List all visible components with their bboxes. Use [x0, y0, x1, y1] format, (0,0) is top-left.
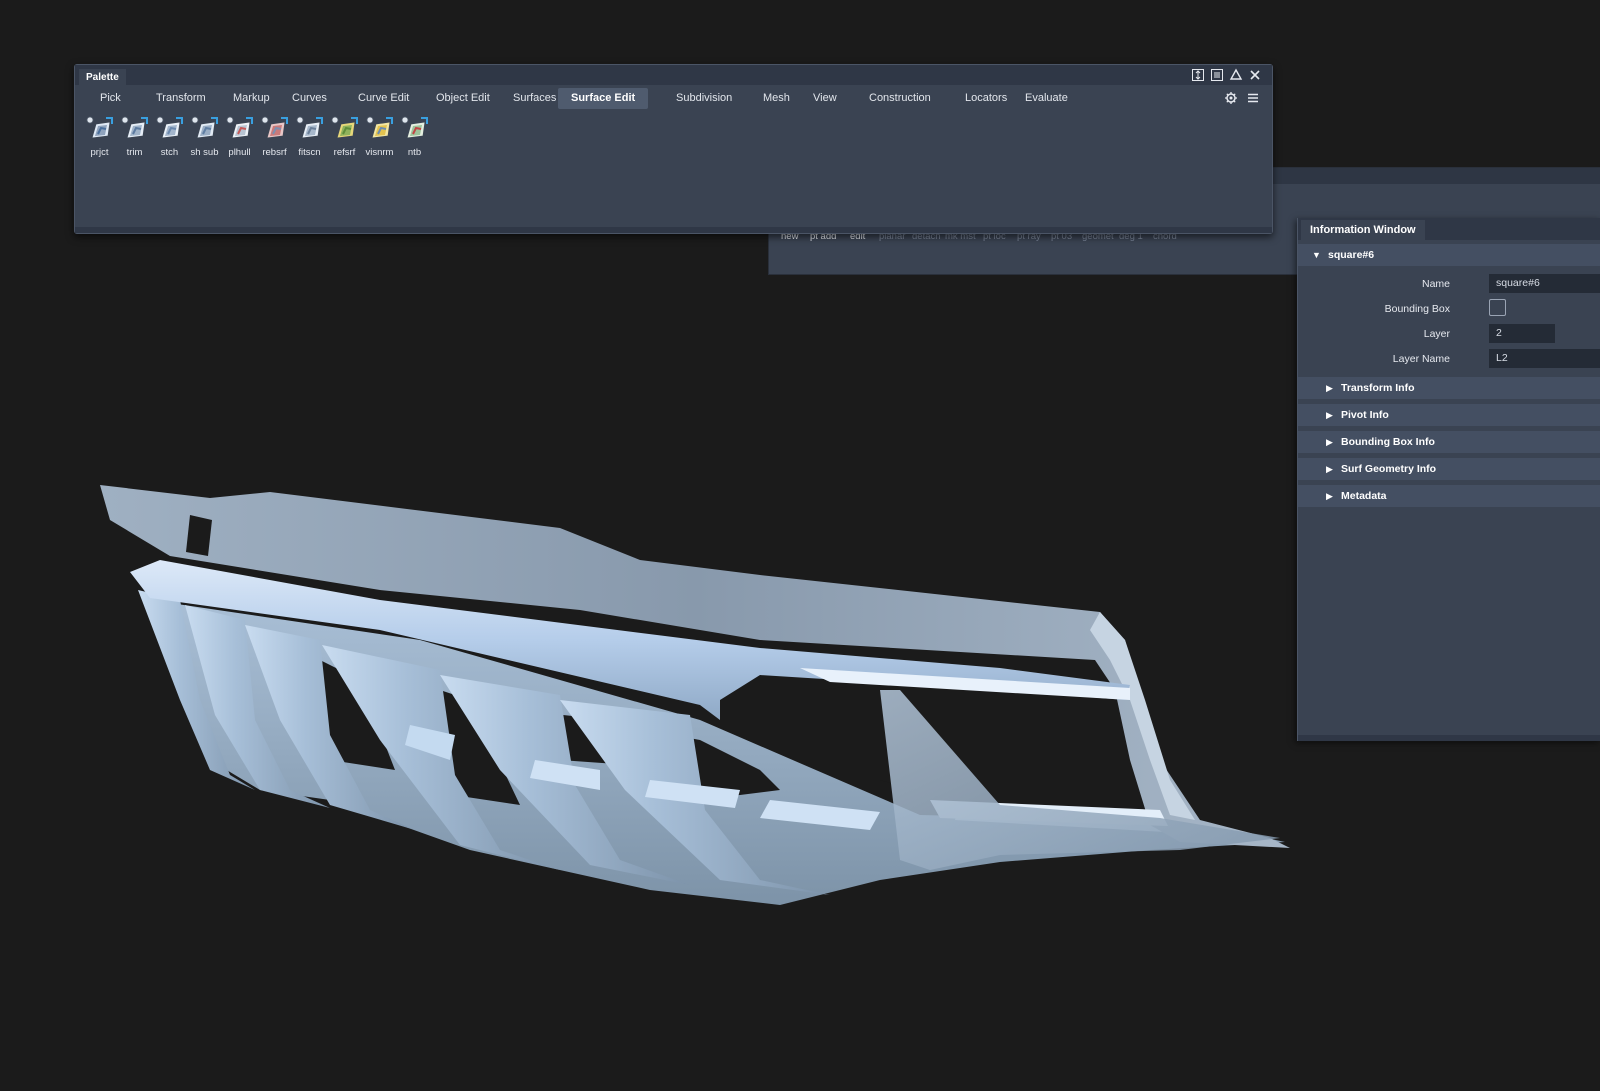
expand-triangle-icon: ▶ [1326, 437, 1333, 447]
layer-name-field[interactable]: L2 [1489, 349, 1600, 368]
info-sections-list: ▶ Transform Info ▶ Pivot Info ▶ Bounding Box … [1298, 377, 1600, 507]
tab-surface-edit[interactable]: Surface Edit [558, 88, 649, 109]
section-surf-geometry-info[interactable]: ▶ Surf Geometry Info [1298, 458, 1600, 480]
tab-curves[interactable]: Curves [292, 88, 327, 109]
ntb-icon [401, 116, 429, 144]
info-titlebar[interactable]: Information Window [1298, 218, 1600, 240]
tab-markup[interactable]: Markup [233, 88, 270, 109]
section-transform-info[interactable]: ▶ Transform Info [1298, 377, 1600, 399]
tab-pick[interactable]: Pick [100, 88, 121, 109]
tab-transform[interactable]: Transform [156, 88, 206, 109]
info-bottom-bar [1298, 735, 1600, 741]
tab-locators[interactable]: Locators [965, 88, 1007, 109]
section-label: Metadata [1341, 490, 1387, 502]
bounding-box-row: Bounding Box [1298, 297, 1600, 322]
tab-curve-edit[interactable]: Curve Edit [358, 88, 409, 109]
tab-view[interactable]: View [813, 88, 837, 109]
tab-subdivision[interactable]: Subdivision [676, 88, 732, 109]
tool-visnrm[interactable]: visnrm [362, 116, 397, 158]
layer-label: Layer [1423, 328, 1450, 340]
expand-triangle-icon: ▶ [1326, 383, 1333, 393]
section-label: Transform Info [1341, 382, 1415, 394]
expand-triangle-icon: ▶ [1326, 464, 1333, 474]
tab-mesh[interactable]: Mesh [763, 88, 790, 109]
palette-window: Palette Pick Transform Markup Curves Cur… [74, 64, 1273, 234]
tool-label: prjct [90, 147, 109, 158]
name-label: Name [1421, 278, 1450, 290]
tab-object-edit[interactable]: Object Edit [436, 88, 490, 109]
tool-label: trim [126, 147, 143, 158]
palette-titlebar[interactable]: Palette [75, 65, 1272, 85]
tool-label: stch [160, 147, 179, 158]
layer-name-row: Layer Name L2 [1298, 347, 1600, 372]
object-name-heading: square#6 [1328, 249, 1375, 261]
tab-construction[interactable]: Construction [869, 88, 931, 109]
resize-vertical-icon[interactable] [1191, 68, 1205, 82]
fit-section-icon [296, 116, 324, 144]
section-bounding-box-info[interactable]: ▶ Bounding Box Info [1298, 431, 1600, 453]
palette-bottom-bar [75, 227, 1272, 233]
menu-list-icon[interactable] [1210, 68, 1224, 82]
bounding-box-label: Bounding Box [1384, 303, 1450, 315]
rebuild-surface-icon [261, 116, 289, 144]
palette-tab-bar: Pick Transform Markup Curves Curve Edit Objec… [75, 88, 1272, 109]
polyhull-icon [226, 116, 254, 144]
palette-tool-shelf: prjct trim stch sh sub plhull rebsrf fitscn ref… [82, 116, 432, 158]
section-metadata[interactable]: ▶ Metadata [1298, 485, 1600, 507]
reference-surface-icon [331, 116, 359, 144]
tool-label: rebsrf [262, 147, 287, 158]
palette-title: Palette [79, 69, 126, 85]
tool-plhull[interactable]: plhull [222, 116, 257, 158]
information-window: Information Window ▼ square#6 Name squar… [1297, 218, 1600, 741]
tool-sh-sub[interactable]: sh sub [187, 116, 222, 158]
tool-label: visnrm [365, 147, 394, 158]
tool-label: fitscn [298, 147, 321, 158]
visualize-normals-icon [366, 116, 394, 144]
tool-ntb[interactable]: ntb [397, 116, 432, 158]
section-label: Surf Geometry Info [1341, 463, 1437, 475]
settings-gear-icon[interactable] [1224, 91, 1238, 105]
tool-label: ntb [407, 147, 422, 158]
tab-surfaces[interactable]: Surfaces [513, 88, 556, 109]
stitch-icon [156, 116, 184, 144]
tool-label: refsrf [333, 147, 356, 158]
maximize-triangle-icon[interactable] [1229, 68, 1243, 82]
layer-field[interactable]: 2 [1489, 324, 1555, 343]
shell-subtract-icon [191, 116, 219, 144]
expand-triangle-icon: ▶ [1326, 410, 1333, 420]
object-section-header[interactable]: ▼ square#6 [1298, 244, 1600, 266]
name-row: Name square#6 [1298, 272, 1600, 297]
tool-trim[interactable]: trim [117, 116, 152, 158]
tool-rebsrf[interactable]: rebsrf [257, 116, 292, 158]
collapse-triangle-icon: ▼ [1312, 250, 1321, 260]
section-label: Pivot Info [1341, 409, 1389, 421]
tool-fitscn[interactable]: fitscn [292, 116, 327, 158]
hamburger-menu-icon[interactable] [1246, 91, 1260, 105]
trim-icon [121, 116, 149, 144]
tool-stch[interactable]: stch [152, 116, 187, 158]
project-icon [86, 116, 114, 144]
bounding-box-checkbox[interactable] [1489, 299, 1506, 316]
tool-prjct[interactable]: prjct [82, 116, 117, 158]
name-field[interactable]: square#6 [1489, 274, 1600, 293]
section-pivot-info[interactable]: ▶ Pivot Info [1298, 404, 1600, 426]
expand-triangle-icon: ▶ [1326, 491, 1333, 501]
tool-label: plhull [228, 147, 251, 158]
layer-row: Layer 2 [1298, 322, 1600, 347]
info-window-title: Information Window [1301, 220, 1425, 240]
section-label: Bounding Box Info [1341, 436, 1435, 448]
tab-evaluate[interactable]: Evaluate [1025, 88, 1068, 109]
tool-refsrf[interactable]: refsrf [327, 116, 362, 158]
tool-label: sh sub [190, 147, 219, 158]
close-icon[interactable] [1248, 68, 1262, 82]
layer-name-label: Layer Name [1392, 353, 1450, 365]
